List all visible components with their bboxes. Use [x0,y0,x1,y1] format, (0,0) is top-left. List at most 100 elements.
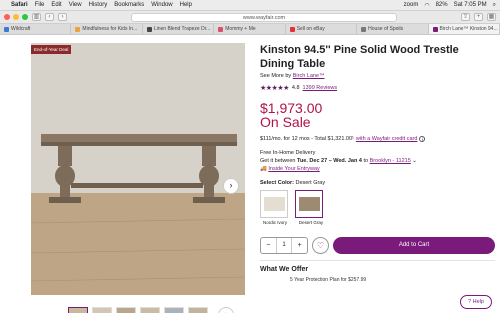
favicon-icon [361,26,367,32]
delivery-dates: Tue. Dec 27 – Wed. Jan 4 [297,158,362,164]
favicon-icon [4,26,9,32]
delivery-prefix: Get it between [260,158,296,164]
sidebar-icon[interactable]: ▥ [32,13,41,21]
tab-label: Sell on eBay [296,25,325,32]
tab-label: Wildcraft [11,25,31,32]
menu-edit[interactable]: Edit [51,2,61,8]
tab-2[interactable]: Mindfulness for Kids In... [71,24,143,34]
favicon-icon [218,26,224,32]
add-to-cart-button[interactable]: Add to Cart [333,237,495,254]
tab-3[interactable]: Linen Blend Trapeze Dr... [143,24,215,34]
favicon-icon [289,26,295,32]
rating-value: 4.8 [291,85,300,91]
favorite-heart-icon[interactable]: ♡ [312,237,329,254]
color-selector-label: Select Color: Desert Gray [260,180,495,186]
zoom-window-button[interactable] [22,14,28,20]
delivery-info: Free In-Home Delivery Get it between Tue… [260,149,495,173]
rating-row: ★★★★★ 4.8 1399 Reviews [260,84,495,92]
tab-label: Birch Lane™ Kinston 94... [439,25,498,32]
menu-window[interactable]: Window [151,2,172,8]
swatch-label-2: Desert Gray [298,220,324,225]
swatch-label-1: Nordic Ivory [262,220,287,225]
menu-view[interactable]: View [69,2,82,8]
tab-overview-icon[interactable]: ▦ [487,13,496,21]
purchase-row: − 1 + ♡ Add to Cart [260,237,495,254]
address-bar[interactable]: www.wayfair.com [131,12,397,22]
decrement-button[interactable]: − [261,238,276,253]
minimize-window-button[interactable] [13,14,19,20]
thumbnail-next-button[interactable]: › [218,307,234,313]
tab-1[interactable]: Wildcraft [0,24,72,34]
tab-label: Mommy + Me [225,25,256,32]
product-info: Kinston 94.5'' Pine Solid Wood Trestle D… [260,43,495,283]
browser-toolbar: ▥ ‹ › www.wayfair.com ⇪ + ▦ [0,11,500,24]
quantity-stepper: − 1 + [260,237,308,254]
tab-label: Linen Blend Trapeze Dr... [153,25,211,32]
protection-plan[interactable]: 5 Year Protection Plan for $257.99 [260,277,495,283]
tab-4[interactable]: Mommy + Me [214,24,286,34]
battery-percent[interactable]: 82% [436,2,448,8]
clock[interactable]: Sat 7:05 PM [454,2,487,8]
tab-7[interactable]: Birch Lane™ Kinston 94... [428,24,500,34]
tab-bar: Wildcraft Mindfulness for Kids In... Linen… [0,24,500,35]
menu-bookmarks[interactable]: Bookmarks [114,2,144,8]
macos-menubar: Safari File Edit View History Bookmarks … [0,0,500,11]
increment-button[interactable]: + [292,238,307,253]
brand-link[interactable]: Birch Lane™ [293,73,325,79]
delivery-to: to [363,158,369,164]
menu-history[interactable]: History [89,2,108,8]
see-more: See More by Birch Lane™ [260,73,495,79]
image-next-button[interactable]: › [223,178,239,194]
swatch-labels: Nordic Ivory Desert Gray [260,220,495,225]
swatch-desert-gray[interactable] [295,190,323,218]
thumbnail-strip [68,307,208,313]
close-window-button[interactable] [4,14,10,20]
credit-text: $111/mo. for 12 mos - Total $1,321.00¹ [260,136,354,142]
deal-badge: End-of-Year Deal [31,45,72,54]
thumbnail-4[interactable] [140,307,160,313]
product-image[interactable]: End-of-Year Deal › [31,43,245,295]
truck-icon: 🚚 [260,166,267,172]
credit-card-link[interactable]: with a Wayfair credit card [356,136,418,142]
tab-label: Mindfulness for Kids In... [82,25,138,32]
new-tab-button[interactable]: + [474,13,483,21]
color-swatches [260,190,495,218]
selected-color: Desert Gray [295,180,326,186]
zip-link[interactable]: Brooklyn - 11215 [370,158,411,164]
tab-5[interactable]: Sell on eBay [286,24,358,34]
help-label: Help [472,299,484,305]
quantity-value[interactable]: 1 [275,238,293,253]
share-icon[interactable]: ⇪ [461,13,470,21]
back-button[interactable]: ‹ [45,13,54,21]
what-we-offer-heading: What We Offer [260,266,309,273]
price: $1,973.00 [260,100,323,116]
info-icon[interactable]: i [419,136,426,142]
zoom-status[interactable]: zoom [404,2,419,8]
table-illustration [31,43,245,295]
product-title: Kinston 94.5'' Pine Solid Wood Trestle D… [260,44,459,70]
thumbnail-3[interactable] [116,307,136,313]
delivery-title: Free In-Home Delivery [260,150,316,156]
see-more-label: See More by [260,73,292,79]
thumbnail-6[interactable] [188,307,208,313]
search-icon[interactable]: ⌕ [493,2,496,9]
thumbnail-1[interactable] [68,307,88,313]
reviews-link[interactable]: 1399 Reviews [303,85,338,91]
star-rating-icon[interactable]: ★★★★★ [260,84,289,92]
swatch-nordic-ivory[interactable] [260,190,288,218]
entryway-link[interactable]: Inside Your Entryway [268,166,319,172]
sale-label: On Sale [260,114,311,130]
help-icon: ? [468,299,472,305]
chevron-down-icon[interactable]: ⌄ [412,158,417,164]
thumbnail-5[interactable] [164,307,184,313]
thumbnail-2[interactable] [92,307,112,313]
menu-help[interactable]: Help [180,2,192,8]
menu-app[interactable]: Safari [11,2,28,8]
wifi-icon[interactable]: ◠ [424,2,429,9]
help-button[interactable]: ? Help [460,295,492,309]
select-color-label: Select Color: [260,180,294,186]
forward-button[interactable]: › [58,13,67,21]
favicon-icon [146,26,152,32]
tab-6[interactable]: House of Spoils [357,24,429,34]
menu-file[interactable]: File [35,2,45,8]
